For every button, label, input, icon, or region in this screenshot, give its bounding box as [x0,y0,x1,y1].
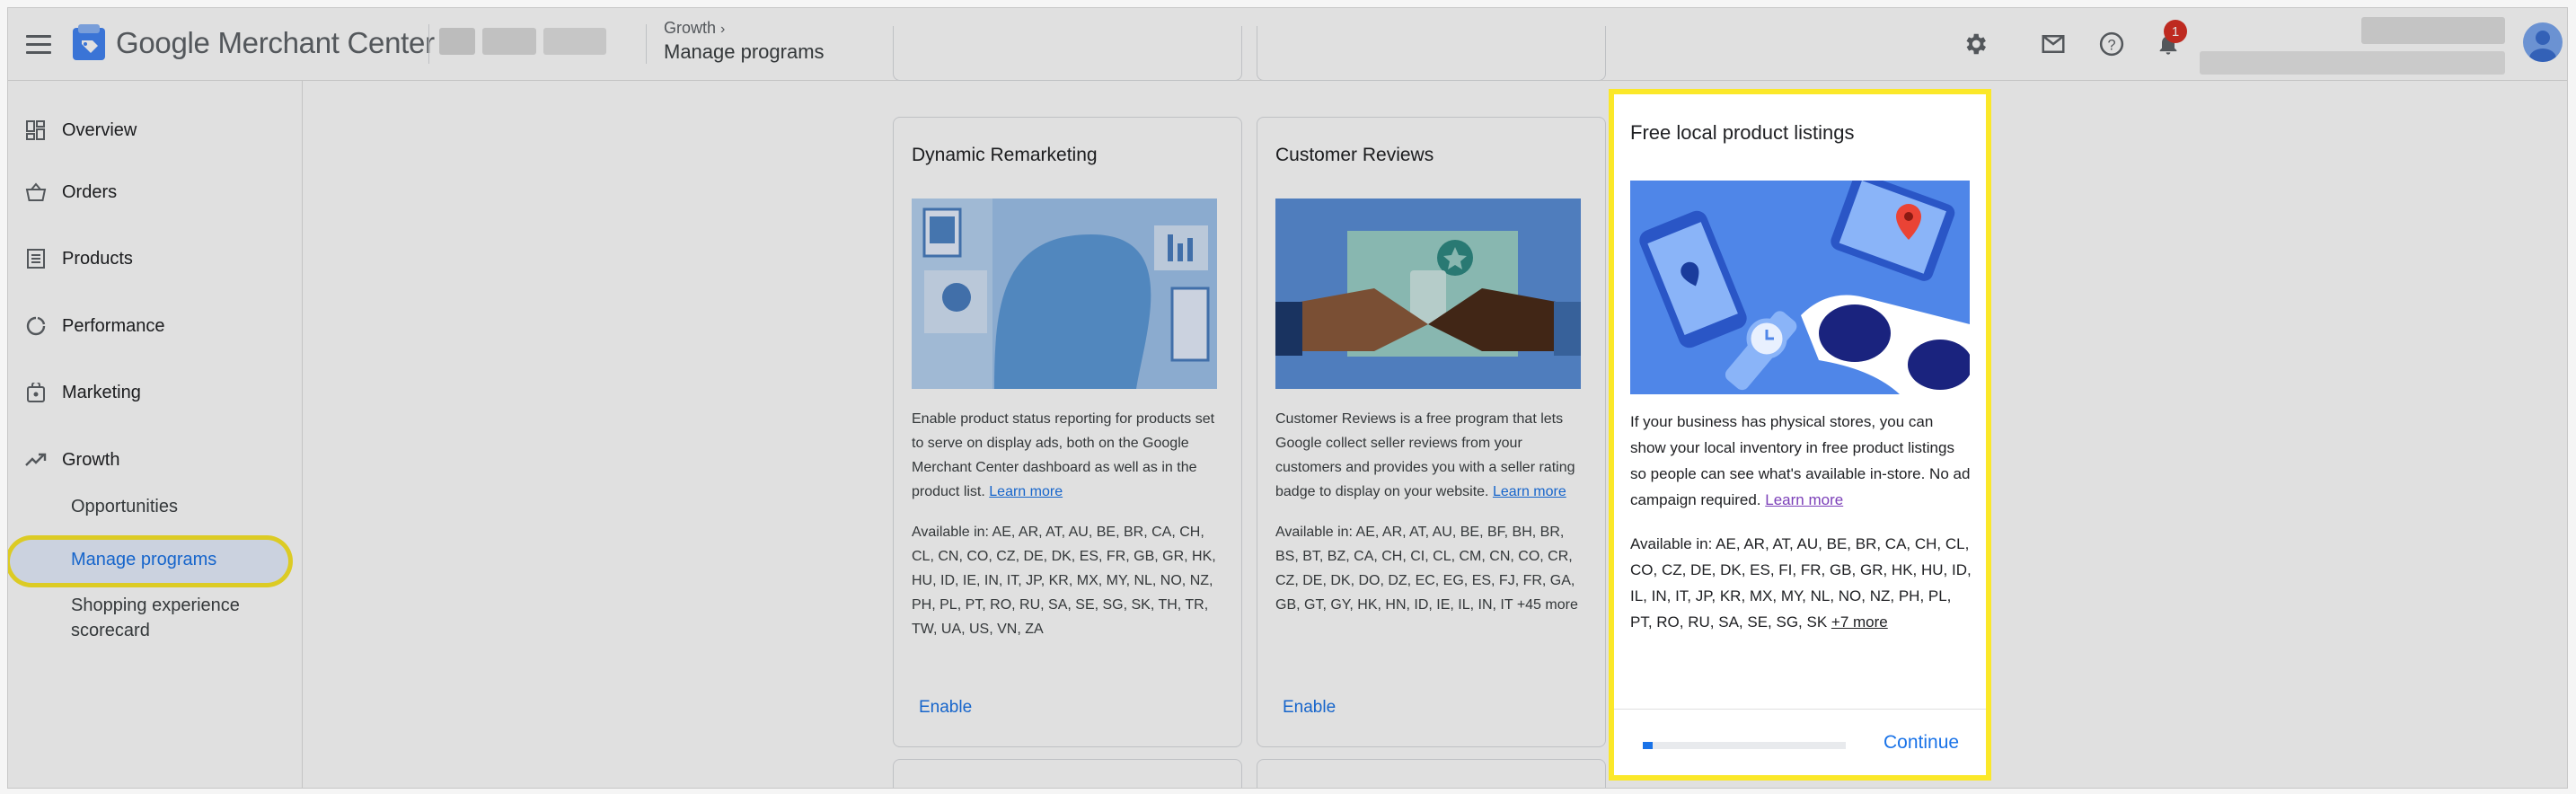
enable-button[interactable]: Enable [919,698,972,718]
sidebar-item-label: Products [62,248,133,269]
card-description: Customer Reviews is a free program that … [1275,411,1575,499]
account-blurred [482,28,536,55]
customer-reviews-illustration [1275,198,1581,389]
free-local-listings-panel: Free local product listings If your busi… [1614,94,1986,775]
card-description: Enable product status reporting for prod… [912,411,1215,499]
account-blurred [439,28,475,55]
program-card-dynamic-remarketing: Dynamic Remarketing Enable product statu… [893,117,1242,747]
marketing-icon [24,381,48,404]
menu-icon[interactable] [24,30,53,58]
learn-more-link[interactable]: Learn more [989,484,1063,499]
sidebar-item-products[interactable]: Products [8,241,133,277]
divider [1614,709,1986,710]
merchant-center-logo [73,24,105,60]
sidebar-item-label: Performance [62,315,165,336]
local-listings-illustration [1630,181,1970,394]
page-title: Manage programs [664,40,825,63]
sidebar-item-label: Overview [62,119,137,140]
breadcrumb[interactable]: Growth › [664,19,725,38]
account-email-blurred [2200,51,2505,75]
overview-icon [24,119,48,142]
card-availability: Available in: AE, AR, AT, AU, BE, BR, CA… [912,525,1216,637]
sidebar-item-orders[interactable]: Orders [8,174,117,210]
sidebar-subitem-opportunities[interactable]: Opportunities [71,494,178,519]
more-countries-link[interactable]: +7 more [1831,613,1888,631]
progress-fill [1643,742,1654,749]
sidebar: Overview Orders Products Performance Mar… [8,81,303,788]
app-window: Google Merchant Center Growth › Manage p… [7,7,2568,789]
progress-bar [1643,742,1846,749]
enable-button[interactable]: Enable [1283,698,1336,718]
sidebar-item-label: Orders [62,181,118,202]
divider [428,24,429,64]
card-title: Dynamic Remarketing [912,145,1098,165]
sidebar-item-marketing[interactable]: Marketing [8,375,141,410]
panel-title: Free local product listings [1630,121,1855,144]
sidebar-subitem-manage-programs[interactable]: Manage programs [10,540,288,583]
panel-availability: Available in: AE, AR, AT, AU, BE, BR, CA… [1630,535,1972,631]
panel-description: If your business has physical stores, yo… [1630,413,1971,508]
sidebar-subitem-label: Manage programs [71,550,217,569]
sidebar-item-label: Marketing [62,382,141,402]
app-name: Google Merchant Center [116,26,435,59]
program-card-bottom [1257,759,1606,788]
program-card-customer-reviews: Customer Reviews Customer Reviews is a f… [1257,117,1606,747]
program-card-top [1257,26,1606,81]
program-card-top [893,26,1242,81]
growth-icon [24,448,48,472]
sidebar-item-growth[interactable]: Growth [8,442,119,478]
more-countries-link[interactable]: +45 more [1517,597,1578,613]
card-availability: Available in: AE, AR, AT, AU, BE, BF, BH… [1275,525,1578,613]
avatar[interactable] [2523,22,2563,62]
program-card-bottom [893,759,1242,788]
learn-more-link[interactable]: Learn more [1765,491,1843,508]
orders-icon [24,181,48,204]
svg-text:?: ? [2107,37,2115,53]
divider [646,24,647,64]
performance-icon [24,314,48,338]
sidebar-item-performance[interactable]: Performance [8,308,165,344]
help-icon[interactable]: ? [2094,26,2130,62]
sidebar-item-label: Growth [62,449,120,470]
settings-icon[interactable] [1957,26,1993,62]
sidebar-item-overview[interactable]: Overview [8,112,137,148]
account-blurred [543,28,606,55]
dynamic-remarketing-illustration [912,198,1217,389]
learn-more-link[interactable]: Learn more [1493,484,1566,499]
continue-button[interactable]: Continue [1883,732,1959,754]
card-title: Customer Reviews [1275,145,1434,165]
sidebar-subitem-shopping-experience-scorecard[interactable]: Shopping experience scorecard [71,593,278,643]
account-name-blurred [2361,17,2505,44]
notification-badge: 1 [2164,20,2187,43]
mail-icon[interactable] [2035,26,2071,62]
products-icon [24,247,48,270]
